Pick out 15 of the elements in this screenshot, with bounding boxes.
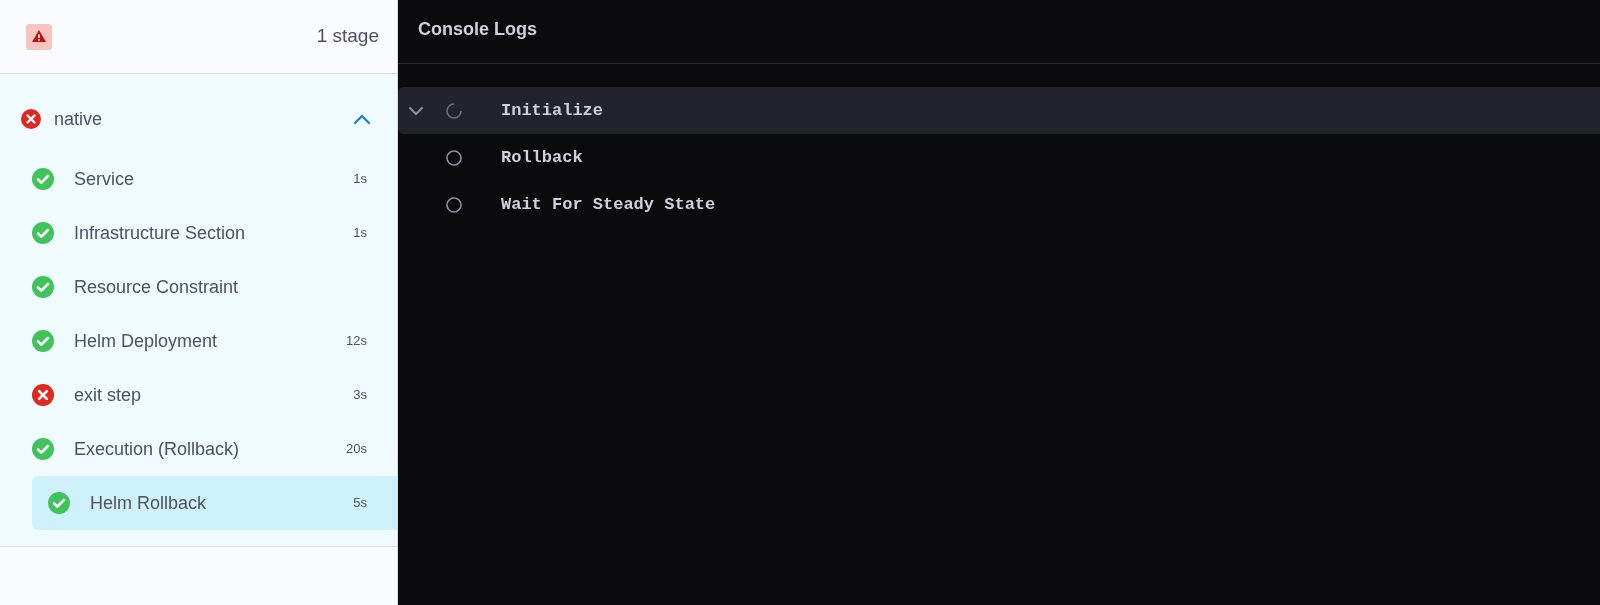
stage-name: native xyxy=(54,107,104,131)
step-row[interactable]: Helm Rollback 5s xyxy=(32,476,397,530)
step-row[interactable]: exit step 3s xyxy=(0,368,397,422)
step-row[interactable]: Resource Constraint xyxy=(0,260,397,314)
step-row[interactable]: Service 1s xyxy=(0,152,397,206)
log-section-row[interactable]: Rollback xyxy=(398,134,1600,181)
chevron-up-icon[interactable] xyxy=(353,113,371,125)
log-section-row[interactable]: Wait For Steady State xyxy=(398,181,1600,228)
step-row[interactable]: Infrastructure Section 1s xyxy=(0,206,397,260)
step-row[interactable]: Helm Deployment 12s xyxy=(0,314,397,368)
panel-title: Console Logs xyxy=(418,18,537,41)
stage-count: 1 stage xyxy=(316,24,379,49)
log-section-row[interactable]: Initialize xyxy=(398,87,1600,134)
step-row[interactable]: Execution (Rollback) 20s xyxy=(0,422,397,476)
chevron-down-icon[interactable] xyxy=(408,105,424,116)
